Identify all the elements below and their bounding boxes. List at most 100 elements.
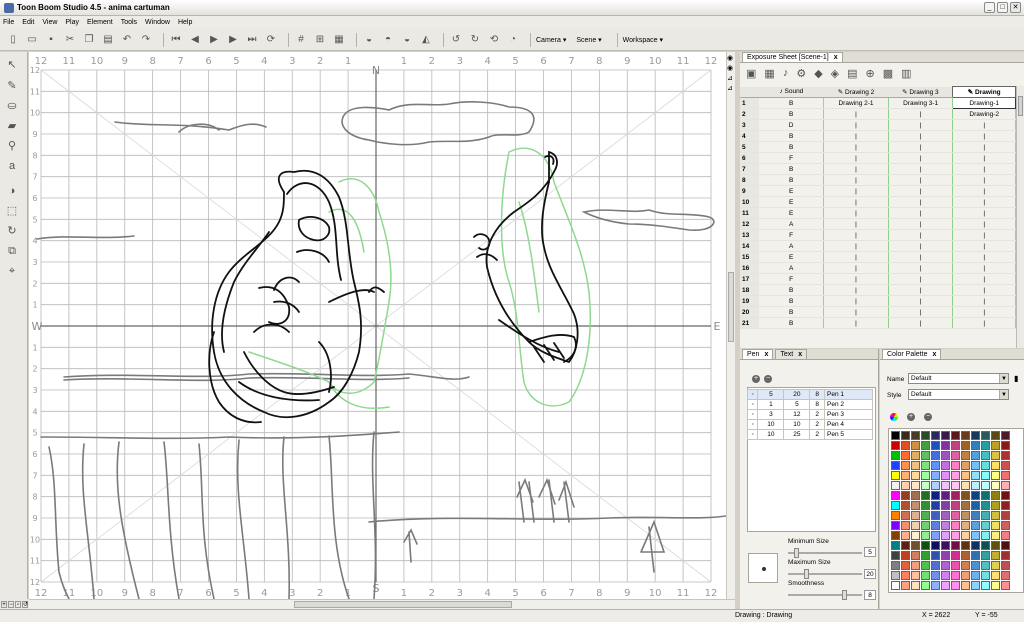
color-swatch[interactable] (901, 451, 910, 460)
min-size-slider[interactable] (788, 548, 862, 558)
column-header-sound[interactable]: ♪ Sound (759, 86, 824, 98)
color-swatch[interactable] (961, 431, 970, 440)
color-swatch[interactable] (901, 541, 910, 550)
pen-name[interactable]: Pen 1 (824, 389, 873, 400)
color-swatch[interactable] (911, 461, 920, 470)
drawing-2-cell[interactable]: | (823, 306, 889, 318)
open-folder-icon[interactable]: ▭ (25, 33, 39, 47)
sound-cell[interactable]: F (759, 152, 825, 164)
drawing-cell[interactable]: | (952, 317, 1016, 329)
color-swatch[interactable] (901, 441, 910, 450)
menu-help[interactable]: Help (178, 19, 192, 26)
drawing-cell[interactable]: | (952, 273, 1016, 285)
drawing-3-cell[interactable]: | (888, 163, 954, 175)
grid-icon[interactable]: # (294, 33, 308, 47)
color-swatch[interactable] (971, 501, 980, 510)
color-swatch[interactable] (931, 481, 940, 490)
drawing-2-cell[interactable]: Drawing 2-1 (823, 97, 889, 109)
color-swatch[interactable] (931, 471, 940, 480)
drawing-2-cell[interactable]: | (823, 262, 889, 274)
drawing-2-cell[interactable]: | (823, 251, 889, 263)
color-swatch[interactable] (991, 431, 1000, 440)
color-swatch[interactable] (991, 451, 1000, 460)
camera-rotate-icon[interactable]: ↺ (449, 33, 463, 47)
color-swatch[interactable] (891, 581, 900, 590)
color-swatch[interactable] (931, 491, 940, 500)
color-swatch[interactable] (911, 511, 920, 520)
add-color-button[interactable]: + (907, 413, 915, 421)
smoothness-slider-thumb[interactable] (842, 590, 847, 600)
add-group-icon[interactable]: ⚙ (796, 67, 806, 80)
color-swatch[interactable] (941, 551, 950, 560)
menu-play[interactable]: Play (65, 19, 79, 26)
color-swatch[interactable] (1001, 581, 1010, 590)
lasso-icon[interactable]: ↻ (5, 224, 19, 238)
color-swatch[interactable] (1001, 451, 1010, 460)
color-swatch[interactable] (901, 521, 910, 530)
sound-cell[interactable]: B (759, 306, 825, 318)
color-swatch[interactable] (951, 441, 960, 450)
exposure-row[interactable]: 6 F | | | (740, 152, 1016, 164)
remove-pen-button[interactable]: − (764, 375, 772, 383)
exposure-sheet-scrollbar[interactable] (1016, 86, 1024, 348)
color-swatch[interactable] (901, 491, 910, 500)
color-swatch[interactable] (941, 561, 950, 570)
drawing-2-cell[interactable]: | (823, 229, 889, 241)
close-tab-icon[interactable]: x (764, 351, 768, 358)
sound-cell[interactable]: F (759, 273, 825, 285)
drawing-3-cell[interactable]: | (888, 185, 954, 197)
color-swatch[interactable] (891, 501, 900, 510)
color-swatch[interactable] (951, 471, 960, 480)
drawing-cell[interactable]: | (952, 262, 1016, 274)
exposure-row[interactable]: 11 E | | | (740, 207, 1016, 219)
color-swatch[interactable] (911, 441, 920, 450)
color-swatch[interactable] (921, 461, 930, 470)
color-swatch[interactable] (911, 531, 920, 540)
color-swatch[interactable] (981, 481, 990, 490)
drawing-3-cell[interactable]: | (888, 174, 954, 186)
sound-cell[interactable]: B (759, 295, 825, 307)
drawing-2-cell[interactable]: | (823, 141, 889, 153)
color-swatch[interactable] (921, 511, 930, 520)
color-swatch[interactable] (971, 511, 980, 520)
drawing-3-cell[interactable]: | (888, 284, 954, 296)
exposure-row[interactable]: 5 B | | | (740, 141, 1016, 153)
exposure-row[interactable]: 7 B | | | (740, 163, 1016, 175)
color-swatch[interactable] (981, 471, 990, 480)
color-swatch[interactable] (1001, 431, 1010, 440)
menu-tools[interactable]: Tools (121, 19, 137, 26)
color-swatch[interactable] (921, 481, 930, 490)
color-swatch[interactable] (991, 541, 1000, 550)
pen-name[interactable]: Pen 2 (824, 399, 873, 410)
color-swatch[interactable] (991, 501, 1000, 510)
drawing-2-cell[interactable]: | (823, 119, 889, 131)
color-swatch[interactable] (991, 441, 1000, 450)
minimize-button[interactable]: _ (984, 2, 995, 13)
drawing-2-cell[interactable]: | (823, 130, 889, 142)
color-swatch[interactable] (1001, 481, 1010, 490)
color-swatch[interactable] (891, 551, 900, 560)
color-swatch[interactable] (1001, 471, 1010, 480)
color-swatch[interactable] (891, 521, 900, 530)
color-swatch[interactable] (971, 571, 980, 580)
drawing-3-cell[interactable]: | (888, 207, 954, 219)
color-swatch-grid[interactable] (888, 428, 1024, 593)
sound-cell[interactable]: A (759, 240, 825, 252)
color-swatch[interactable] (971, 441, 980, 450)
color-swatch[interactable] (931, 451, 940, 460)
color-swatch[interactable] (971, 431, 980, 440)
add-image-element-icon[interactable]: ▦ (764, 67, 774, 80)
color-swatch[interactable] (971, 561, 980, 570)
exposure-row[interactable]: 21 B | | | (740, 317, 1016, 329)
loop-icon[interactable]: ⟳ (264, 33, 278, 47)
remove-color-button[interactable]: − (924, 413, 932, 421)
drawing-cell[interactable]: | (952, 295, 1016, 307)
morph-icon[interactable]: ⌖ (5, 264, 19, 278)
color-swatch[interactable] (921, 451, 930, 460)
column-header-drawing-3[interactable]: ✎ Drawing 3 (888, 86, 953, 98)
color-swatch[interactable] (951, 571, 960, 580)
color-swatch[interactable] (931, 431, 940, 440)
drawing-cell[interactable]: | (952, 306, 1016, 318)
drawing-3-cell[interactable]: | (888, 152, 954, 164)
sound-cell[interactable]: E (759, 251, 825, 263)
